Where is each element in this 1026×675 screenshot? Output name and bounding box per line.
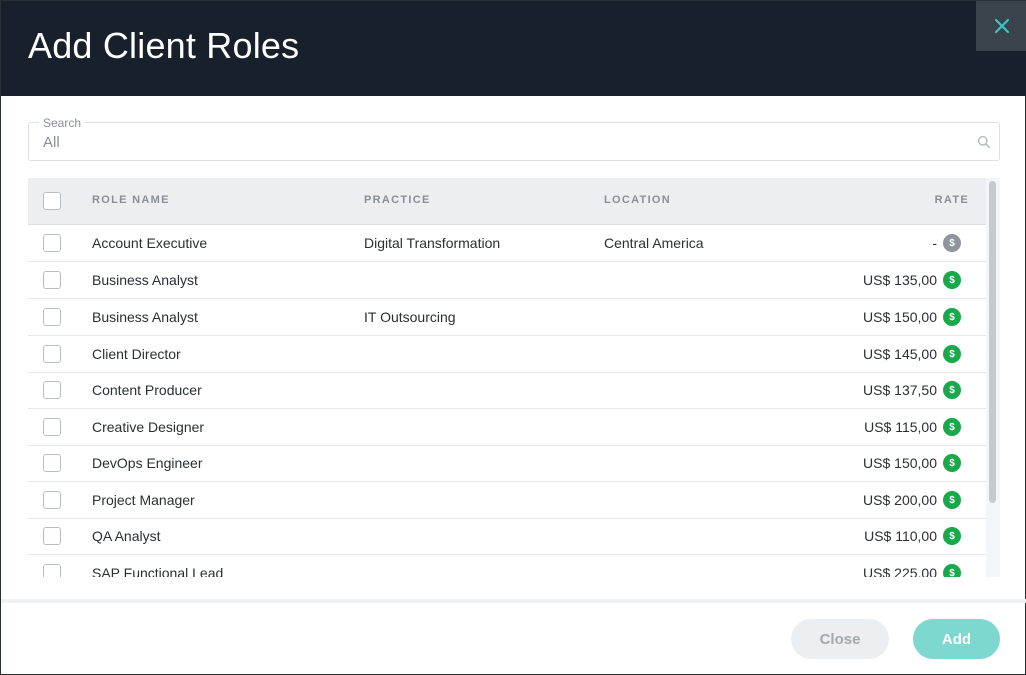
row-checkbox[interactable] <box>43 564 61 577</box>
column-header-role-name[interactable]: ROLE NAME <box>92 194 170 206</box>
table-row[interactable]: Business Analyst US$ 135,00 $ <box>28 262 986 299</box>
row-checkbox[interactable] <box>43 491 61 509</box>
rate-cell: US$ 135,00 <box>863 272 937 288</box>
dollar-icon[interactable]: $ <box>943 418 961 436</box>
select-all-checkbox[interactable] <box>43 192 61 210</box>
search-label: Search <box>39 116 86 130</box>
table-row[interactable]: Client Director US$ 145,00 $ <box>28 336 986 373</box>
table-header: ROLE NAME PRACTICE LOCATION RATE <box>28 178 986 225</box>
row-checkbox[interactable] <box>43 454 61 472</box>
rate-cell: US$ 150,00 <box>863 309 937 325</box>
dollar-icon[interactable]: $ <box>943 308 961 326</box>
footer-divider <box>1 599 1026 603</box>
role-name-cell: SAP Functional Lead <box>92 565 224 577</box>
table-row[interactable]: DevOps Engineer US$ 150,00 $ <box>28 445 986 482</box>
search-input[interactable]: All <box>43 134 60 151</box>
dollar-icon[interactable]: $ <box>943 564 961 577</box>
table-row[interactable]: Content Producer US$ 137,50 $ <box>28 372 986 409</box>
practice-cell: Digital Transformation <box>364 235 501 251</box>
dollar-icon[interactable]: $ <box>943 345 961 363</box>
rate-cell: US$ 115,00 <box>864 419 937 435</box>
dialog-header: Add Client Roles <box>1 1 1026 96</box>
row-checkbox[interactable] <box>43 345 61 363</box>
role-name-cell: Business Analyst <box>92 309 198 325</box>
location-cell: Central America <box>604 235 704 251</box>
row-checkbox[interactable] <box>43 308 61 326</box>
dollar-icon[interactable]: $ <box>943 271 961 289</box>
add-client-roles-dialog: Add Client Roles Search All ROLE NAME PR… <box>0 0 1026 675</box>
rate-cell: US$ 225,00 <box>863 565 937 577</box>
rate-cell: US$ 150,00 <box>863 455 937 471</box>
row-checkbox[interactable] <box>43 381 61 399</box>
dollar-icon[interactable]: $ <box>943 234 961 252</box>
role-name-cell: Content Producer <box>92 382 202 398</box>
table-row[interactable]: Business Analyst IT Outsourcing US$ 150,… <box>28 299 986 336</box>
column-header-practice[interactable]: PRACTICE <box>364 194 431 206</box>
rate-cell: - <box>932 235 937 251</box>
dialog-title: Add Client Roles <box>28 25 300 66</box>
table-scrollbar[interactable] <box>986 178 1000 577</box>
roles-table: ROLE NAME PRACTICE LOCATION RATE Account… <box>28 178 986 577</box>
row-checkbox[interactable] <box>43 234 61 252</box>
column-header-rate[interactable]: RATE <box>935 194 969 206</box>
close-icon <box>994 18 1009 34</box>
row-checkbox[interactable] <box>43 418 61 436</box>
role-name-cell: Project Manager <box>92 492 195 508</box>
dollar-icon[interactable]: $ <box>943 491 961 509</box>
table-row[interactable]: Project Manager US$ 200,00 $ <box>28 482 986 519</box>
row-checkbox[interactable] <box>43 271 61 289</box>
row-checkbox[interactable] <box>43 527 61 545</box>
rate-cell: US$ 110,00 <box>864 528 937 544</box>
table-row[interactable]: QA Analyst US$ 110,00 $ <box>28 518 986 555</box>
role-name-cell: Creative Designer <box>92 419 205 435</box>
close-button[interactable]: Close <box>791 619 889 659</box>
column-header-location[interactable]: LOCATION <box>604 194 671 206</box>
add-button[interactable]: Add <box>913 619 1000 659</box>
role-name-cell: Business Analyst <box>92 272 198 288</box>
dollar-icon[interactable]: $ <box>943 381 961 399</box>
rate-cell: US$ 137,50 <box>863 382 937 398</box>
rate-cell: US$ 145,00 <box>863 346 937 362</box>
table-row[interactable]: Account Executive Digital Transformation… <box>28 225 986 262</box>
table-row[interactable]: Creative Designer US$ 115,00 $ <box>28 409 986 446</box>
role-name-cell: QA Analyst <box>92 528 161 544</box>
role-name-cell: DevOps Engineer <box>92 455 203 471</box>
role-name-cell: Account Executive <box>92 235 208 251</box>
close-dialog-button[interactable] <box>976 1 1026 51</box>
role-name-cell: Client Director <box>92 346 181 362</box>
search-icon[interactable] <box>977 135 991 149</box>
table-row[interactable]: SAP Functional Lead US$ 225,00 $ <box>28 555 986 577</box>
search-field[interactable]: Search All <box>28 116 1000 161</box>
dollar-icon[interactable]: $ <box>943 454 961 472</box>
rate-cell: US$ 200,00 <box>863 492 937 508</box>
practice-cell: IT Outsourcing <box>364 309 456 325</box>
scrollbar-thumb[interactable] <box>989 181 996 503</box>
dollar-icon[interactable]: $ <box>943 527 961 545</box>
